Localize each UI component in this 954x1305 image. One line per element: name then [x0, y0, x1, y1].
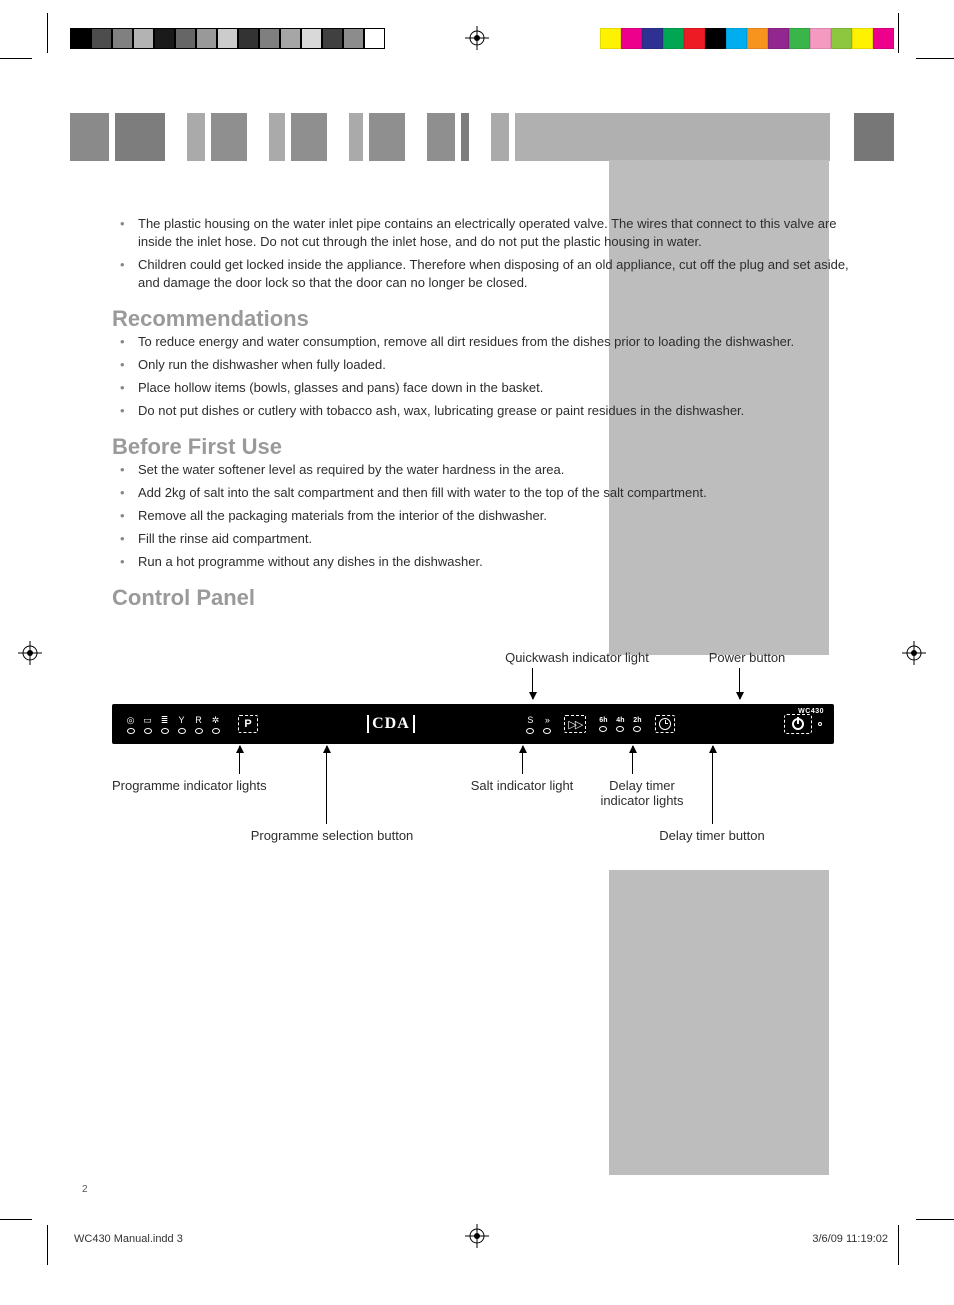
crop-mark — [0, 1219, 32, 1220]
list-item: Fill the rinse aid compartment. — [126, 530, 870, 548]
list-item: Run a hot programme without any dishes i… — [126, 553, 870, 571]
crop-mark — [916, 1219, 954, 1220]
power-led — [818, 722, 822, 726]
arrow-icon — [532, 668, 533, 699]
callout-programme-lights: Programme indicator lights — [112, 778, 292, 793]
power-icon — [792, 718, 804, 730]
registration-mark-icon — [18, 641, 42, 665]
print-color-bar — [70, 28, 385, 49]
list-item: Only run the dishwasher when fully loade… — [126, 356, 870, 374]
recommendations-list: To reduce energy and water consumption, … — [126, 333, 870, 420]
list-item: Children could get locked inside the app… — [126, 256, 870, 292]
arrow-icon — [522, 746, 523, 774]
heading-control-panel: Control Panel — [112, 589, 870, 607]
callout-delay-timer-button: Delay timer button — [632, 828, 792, 843]
power-button[interactable] — [784, 714, 812, 734]
list-item: Remove all the packaging materials from … — [126, 507, 870, 525]
list-item: The plastic housing on the water inlet p… — [126, 215, 870, 251]
list-item: Add 2kg of salt into the salt compartmen… — [126, 484, 870, 502]
crop-mark — [898, 1225, 899, 1265]
delay-timer-lights: 6h 4h 2h — [596, 717, 645, 732]
before-first-use-list: Set the water softener level as required… — [126, 461, 870, 571]
callout-power-button: Power button — [687, 650, 807, 665]
arrow-icon — [739, 668, 740, 699]
control-panel-figure: Quickwash indicator light Power button W… — [112, 650, 834, 850]
footer-filename: WC430 Manual.indd 3 — [74, 1233, 183, 1245]
registration-mark-icon — [465, 26, 489, 50]
arrow-icon — [326, 746, 327, 824]
list-item: Place hollow items (bowls, glasses and p… — [126, 379, 870, 397]
arrow-icon — [712, 746, 713, 824]
brand-logo: CDA — [367, 715, 415, 733]
crop-mark — [898, 13, 899, 53]
heading-recommendations: Recommendations — [112, 310, 870, 328]
crop-mark — [47, 1225, 48, 1265]
list-item: Do not put dishes or cutlery with tobacc… — [126, 402, 870, 420]
layout-grey-column — [609, 870, 829, 1175]
arrow-icon — [239, 746, 240, 774]
clock-icon — [659, 718, 671, 730]
crop-mark — [916, 58, 954, 59]
crop-mark — [47, 13, 48, 53]
callout-salt-light: Salt indicator light — [442, 778, 602, 793]
registration-mark-icon — [902, 641, 926, 665]
heading-before-first-use: Before First Use — [112, 438, 870, 456]
page-header-graphic — [70, 113, 894, 161]
programme-selection-button[interactable]: P — [238, 715, 258, 733]
model-number: WC430 — [798, 708, 824, 715]
callout-programme-selection-button: Programme selection button — [232, 828, 432, 843]
footer-datetime: 3/6/09 11:19:02 — [812, 1233, 888, 1245]
delay-timer-button[interactable] — [655, 715, 675, 733]
print-color-bar — [600, 28, 894, 49]
callout-quickwash: Quickwash indicator light — [487, 650, 667, 665]
programme-indicator-lights: ◎ ▭ ≣ Y R ✲ — [124, 715, 222, 734]
crop-mark — [0, 58, 32, 59]
page-number: 2 — [82, 1184, 88, 1195]
print-footer: WC430 Manual.indd 3 3/6/09 11:19:02 — [74, 1233, 888, 1245]
main-content: The plastic housing on the water inlet p… — [112, 210, 870, 611]
callout-delay-lights: Delay timer indicator lights — [587, 778, 697, 808]
arrow-icon — [632, 746, 633, 774]
control-panel-strip: WC430 ◎ ▭ ≣ Y R ✲ P CDA S » ▷▷ — [112, 704, 834, 744]
salt-quickwash-lights: S » — [524, 715, 554, 734]
safety-bullets: The plastic housing on the water inlet p… — [126, 215, 870, 292]
list-item: Set the water softener level as required… — [126, 461, 870, 479]
quickwash-button[interactable]: ▷▷ — [564, 715, 586, 733]
list-item: To reduce energy and water consumption, … — [126, 333, 870, 351]
